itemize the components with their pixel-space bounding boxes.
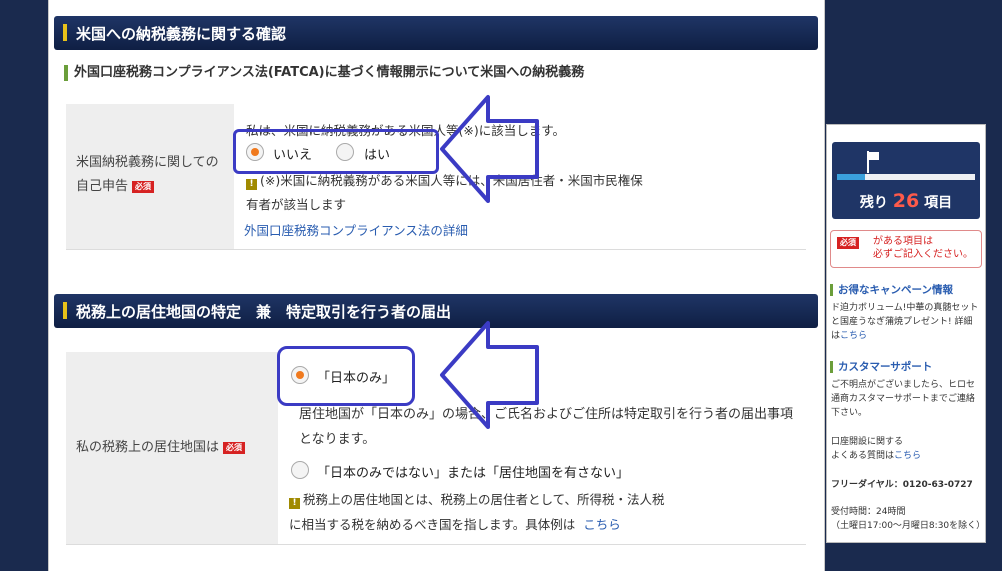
faq-link[interactable]: こちら — [894, 451, 921, 461]
faq-text: 口座開設に関する よくある質問はこちら — [831, 437, 922, 461]
required-note-box: 必須 がある項目は 必ずご記入ください。 — [830, 230, 982, 268]
remaining-count: 26 — [892, 190, 920, 212]
sidebar: 残り 26 項目 必須 がある項目は 必ずご記入ください。 お得なキャンペーン情… — [826, 124, 986, 543]
title-accent-bar — [830, 361, 833, 373]
support-text: ご不明点がございましたら、ヒロセ 通商カスタマーサポートまでご連絡 下さい。 — [831, 380, 976, 418]
support-title: カスタマーサポート — [830, 359, 932, 374]
campaign-link[interactable]: こちら — [840, 331, 867, 341]
arrow-icon — [440, 95, 539, 203]
remaining-count-text: 残り 26 項目 — [859, 190, 953, 212]
remaining-items-panel: 残り 26 項目 — [832, 142, 980, 219]
required-note-text: がある項目は 必ずご記入ください。 — [873, 236, 973, 260]
freedial-number: フリーダイヤル：0120-63-0727 — [831, 480, 973, 490]
title-accent-bar — [830, 284, 833, 296]
required-badge: 必須 — [837, 237, 859, 249]
progress-fill — [837, 174, 865, 180]
progress-track — [837, 174, 975, 180]
flag-icon — [867, 151, 879, 173]
support-hours: 受付時間：24時間 （土曜日17:00〜月曜日8:30を除く） — [831, 507, 986, 531]
arrow-icon — [440, 321, 539, 429]
campaign-text: ド迫力ボリューム!中華の真髄セット と国産うなぎ蒲焼プレゼント! 詳細 はこちら — [831, 303, 979, 341]
campaign-title: お得なキャンペーン情報 — [830, 282, 953, 297]
